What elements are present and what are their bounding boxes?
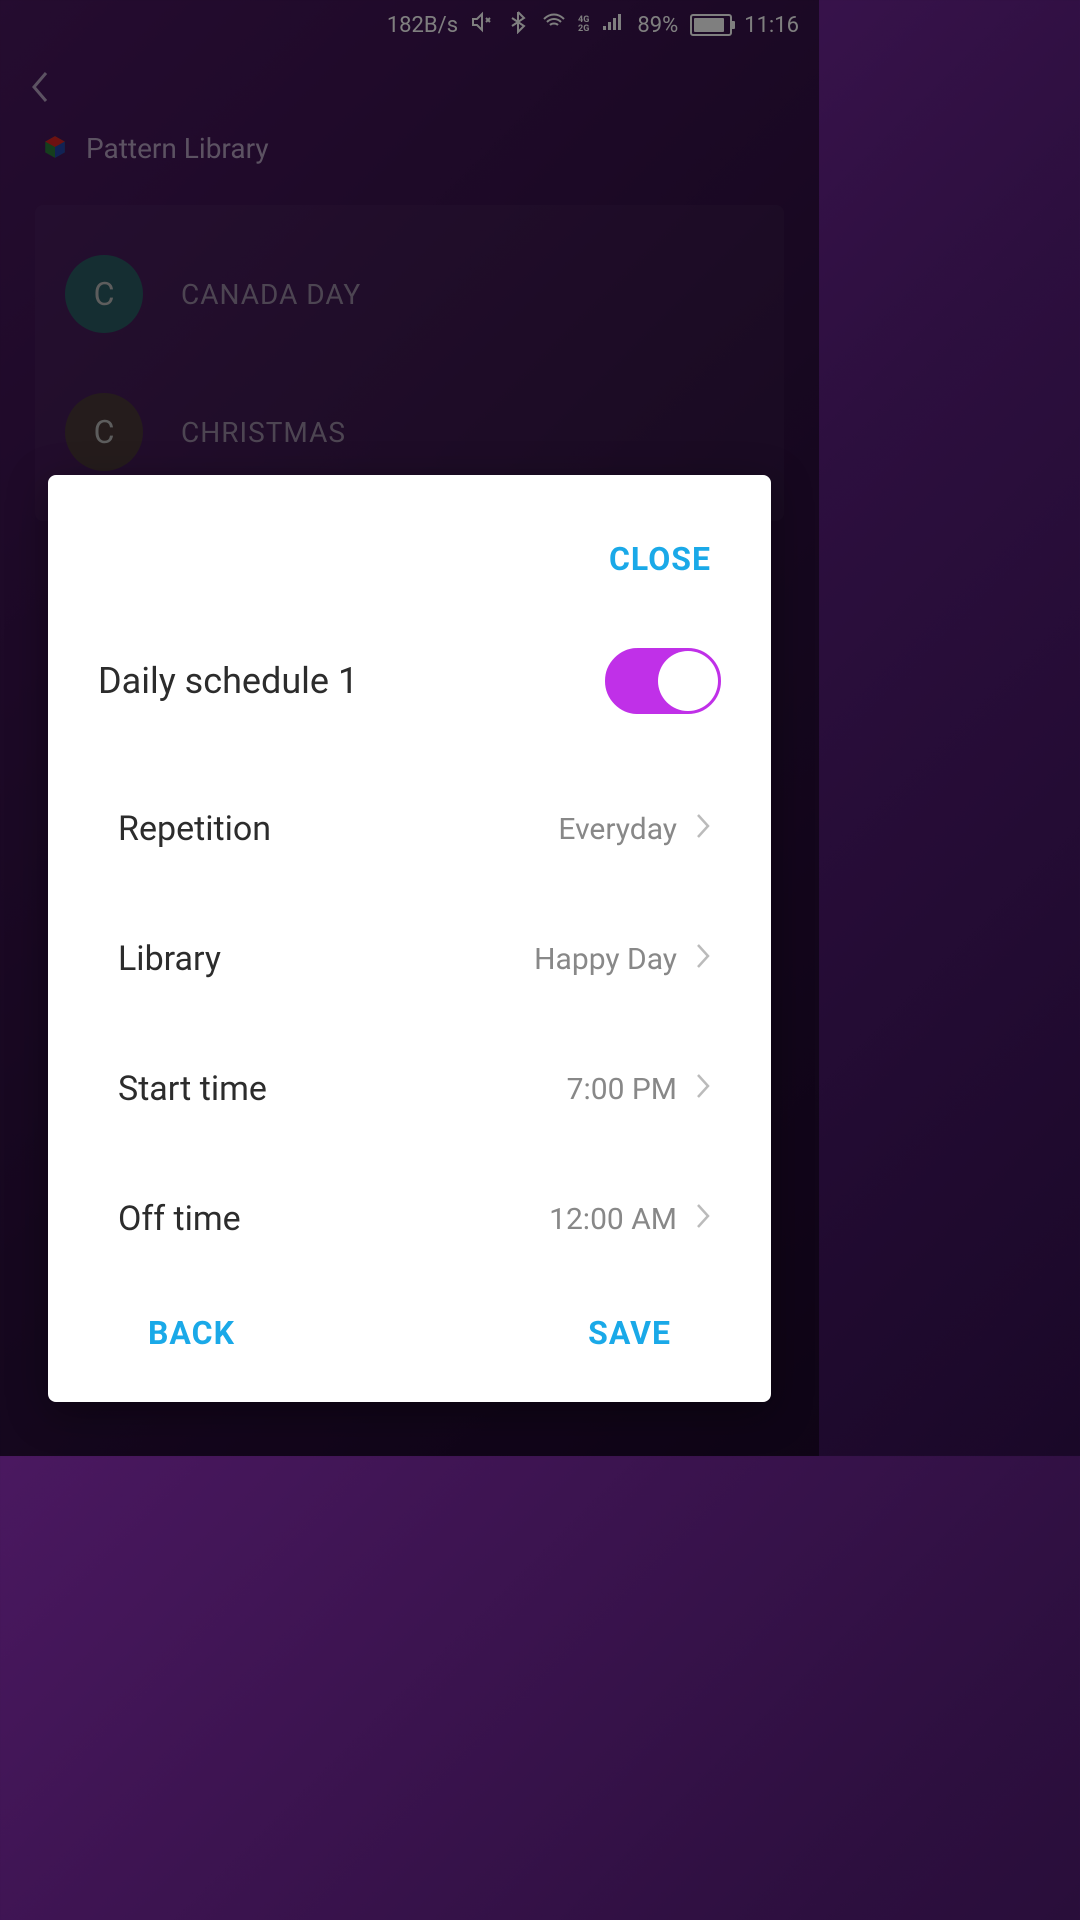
setting-value: Happy Day <box>534 942 677 977</box>
chevron-right-icon <box>695 1073 711 1106</box>
schedule-header: Daily schedule 1 <box>88 628 731 764</box>
chevron-right-icon <box>695 943 711 976</box>
setting-value: 7:00 PM <box>567 1072 677 1107</box>
schedule-title: Daily schedule 1 <box>98 660 358 702</box>
save-button[interactable]: SAVE <box>588 1314 671 1352</box>
setting-label: Library <box>118 939 221 979</box>
chevron-right-icon <box>695 1203 711 1236</box>
setting-label: Start time <box>118 1069 267 1109</box>
close-button[interactable]: CLOSE <box>88 530 731 628</box>
setting-off-time[interactable]: Off time 12:00 AM <box>88 1154 731 1284</box>
back-button[interactable]: BACK <box>148 1314 235 1352</box>
setting-library[interactable]: Library Happy Day <box>88 894 731 1024</box>
setting-label: Off time <box>118 1199 241 1239</box>
setting-value: Everyday <box>558 812 677 847</box>
setting-label: Repetition <box>118 809 271 849</box>
chevron-right-icon <box>695 813 711 846</box>
schedule-toggle[interactable] <box>605 648 721 714</box>
setting-value: 12:00 AM <box>549 1202 677 1237</box>
setting-start-time[interactable]: Start time 7:00 PM <box>88 1024 731 1154</box>
dialog-actions: BACK SAVE <box>88 1284 731 1362</box>
schedule-dialog: CLOSE Daily schedule 1 Repetition Everyd… <box>48 475 771 1402</box>
setting-repetition[interactable]: Repetition Everyday <box>88 764 731 894</box>
